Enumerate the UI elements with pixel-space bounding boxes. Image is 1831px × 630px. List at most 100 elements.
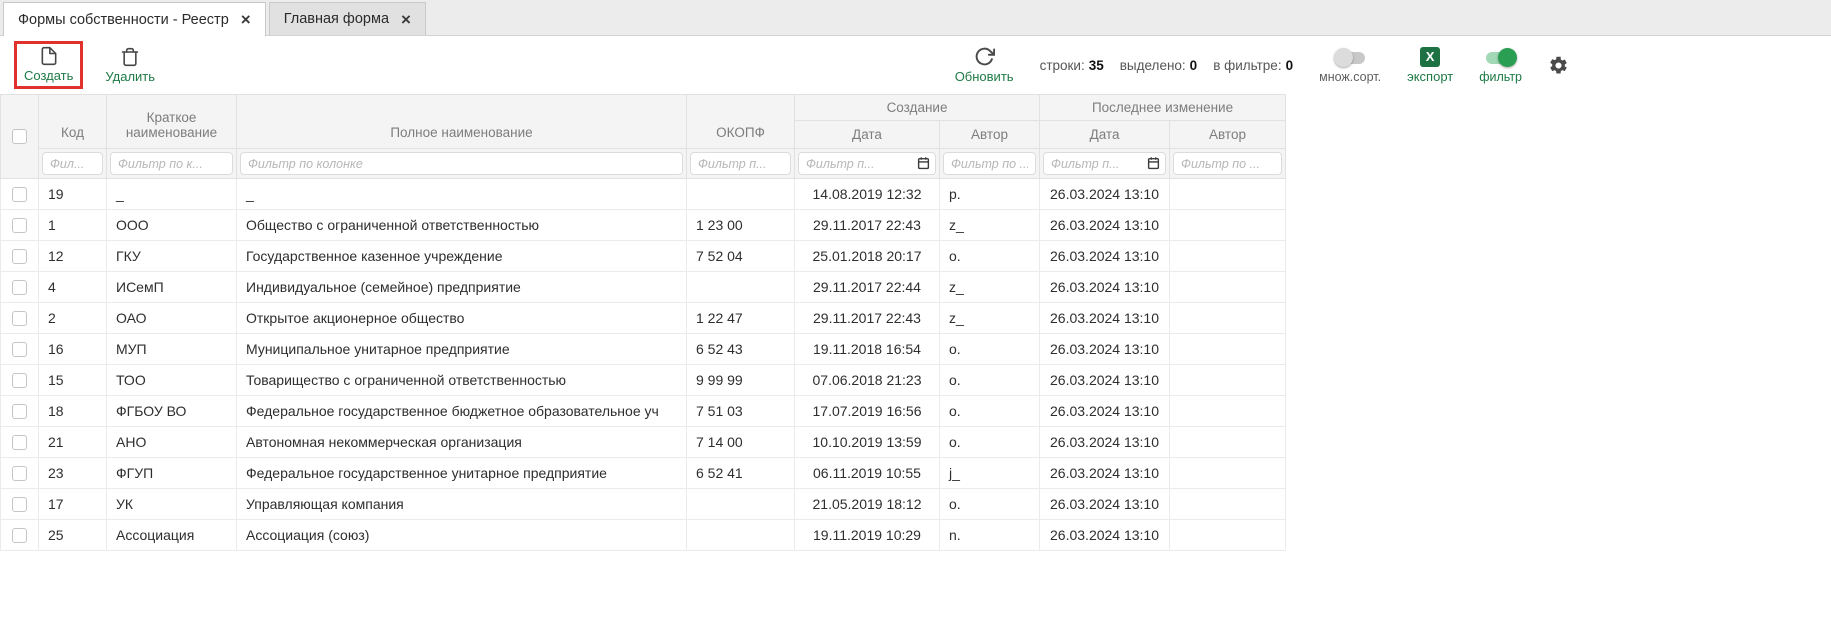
cell-short-name: ТОО <box>107 365 237 396</box>
create-button[interactable]: Создать <box>24 46 73 83</box>
filter-input-code[interactable] <box>42 152 103 175</box>
filter-input-modified-author[interactable] <box>1173 152 1282 175</box>
row-checkbox[interactable] <box>12 280 27 295</box>
cell-modified-author <box>1170 179 1286 210</box>
filter-input-created-author[interactable] <box>943 152 1036 175</box>
filter-input-short-name[interactable] <box>110 152 233 175</box>
cell-full-name: _ <box>237 179 687 210</box>
table-row[interactable]: 4 ИСемП Индивидуальное (семейное) предпр… <box>1 272 1286 303</box>
row-checkbox-cell[interactable] <box>1 303 39 334</box>
multisort-label: множ.сорт. <box>1319 70 1381 84</box>
row-checkbox[interactable] <box>12 528 27 543</box>
table-row[interactable]: 2 ОАО Открытое акционерное общество 1 22… <box>1 303 1286 334</box>
cell-modified-author <box>1170 272 1286 303</box>
row-checkbox[interactable] <box>12 435 27 450</box>
stat-selected-value: 0 <box>1190 58 1198 73</box>
export-button[interactable]: X экспорт <box>1407 47 1453 84</box>
row-checkbox[interactable] <box>12 466 27 481</box>
close-icon[interactable]: × <box>241 11 251 28</box>
settings-button[interactable] <box>1548 55 1569 76</box>
cell-okopf: 1 22 47 <box>687 303 795 334</box>
filter-input-okopf[interactable] <box>690 152 791 175</box>
column-header-modified-author[interactable]: Автор <box>1170 121 1286 149</box>
cell-modified-date: 26.03.2024 13:10 <box>1040 334 1170 365</box>
row-checkbox[interactable] <box>12 373 27 388</box>
row-checkbox-cell[interactable] <box>1 489 39 520</box>
tab-forms-registry[interactable]: Формы собственности - Реестр × <box>3 2 266 36</box>
column-header-okopf[interactable]: ОКОПФ <box>687 95 795 149</box>
select-all-checkbox[interactable] <box>12 129 27 144</box>
row-checkbox[interactable] <box>12 342 27 357</box>
column-header-created-author[interactable]: Автор <box>940 121 1040 149</box>
column-header-code[interactable]: Код <box>39 95 107 149</box>
row-checkbox[interactable] <box>12 311 27 326</box>
table-row[interactable]: 25 Ассоциация Ассоциация (союз) 19.11.20… <box>1 520 1286 551</box>
close-icon[interactable]: × <box>401 11 411 28</box>
calendar-icon[interactable] <box>1147 157 1160 170</box>
tab-label: Формы собственности - Реестр <box>18 12 229 28</box>
cell-created-date: 21.05.2019 18:12 <box>795 489 940 520</box>
cell-modified-date: 26.03.2024 13:10 <box>1040 489 1170 520</box>
filter-input-full-name[interactable] <box>240 152 683 175</box>
row-checkbox[interactable] <box>12 218 27 233</box>
cell-modified-author <box>1170 303 1286 334</box>
row-checkbox-cell[interactable] <box>1 241 39 272</box>
column-header-modified-date[interactable]: Дата <box>1040 121 1170 149</box>
row-checkbox-cell[interactable] <box>1 334 39 365</box>
filter-input-created-date[interactable] <box>798 152 936 175</box>
row-checkbox-cell[interactable] <box>1 427 39 458</box>
table-row[interactable]: 16 МУП Муниципальное унитарное предприят… <box>1 334 1286 365</box>
cell-created-author: o. <box>940 427 1040 458</box>
forms-registry-grid: Код Краткое наименование Полное наименов… <box>0 94 1286 551</box>
calendar-icon[interactable] <box>917 157 930 170</box>
row-checkbox[interactable] <box>12 187 27 202</box>
table-row[interactable]: 17 УК Управляющая компания 21.05.2019 18… <box>1 489 1286 520</box>
row-checkbox-cell[interactable] <box>1 396 39 427</box>
tab-label: Главная форма <box>284 11 389 27</box>
table-row[interactable]: 21 АНО Автономная некоммерческая организ… <box>1 427 1286 458</box>
tab-main-form[interactable]: Главная форма × <box>269 2 426 35</box>
select-all-cell[interactable] <box>1 95 39 179</box>
cell-modified-author <box>1170 489 1286 520</box>
gear-icon <box>1548 64 1569 79</box>
table-row[interactable]: 23 ФГУП Федеральное государственное унит… <box>1 458 1286 489</box>
column-header-short-name[interactable]: Краткое наименование <box>107 95 237 149</box>
cell-short-name: УК <box>107 489 237 520</box>
row-checkbox-cell[interactable] <box>1 458 39 489</box>
row-checkbox[interactable] <box>12 497 27 512</box>
table-row[interactable]: 18 ФГБОУ ВО Федеральное государственное … <box>1 396 1286 427</box>
cell-short-name: Ассоциация <box>107 520 237 551</box>
row-checkbox-cell[interactable] <box>1 179 39 210</box>
multisort-toggle[interactable]: множ.сорт. <box>1319 47 1381 84</box>
cell-okopf <box>687 489 795 520</box>
table-row[interactable]: 1 ООО Общество с ограниченной ответствен… <box>1 210 1286 241</box>
row-checkbox-cell[interactable] <box>1 520 39 551</box>
table-row[interactable]: 19 _ _ 14.08.2019 12:32 p. 26.03.2024 13… <box>1 179 1286 210</box>
cell-okopf: 7 14 00 <box>687 427 795 458</box>
stat-selected: выделено:0 <box>1120 58 1197 73</box>
row-checkbox-cell[interactable] <box>1 272 39 303</box>
row-checkbox[interactable] <box>12 404 27 419</box>
table-row[interactable]: 15 ТОО Товарищество с ограниченной ответ… <box>1 365 1286 396</box>
cell-code: 23 <box>39 458 107 489</box>
row-checkbox[interactable] <box>12 249 27 264</box>
toggle-on-track[interactable] <box>1486 52 1516 64</box>
row-checkbox-cell[interactable] <box>1 210 39 241</box>
cell-code: 21 <box>39 427 107 458</box>
refresh-button[interactable]: Обновить <box>955 46 1014 84</box>
column-header-full-name[interactable]: Полное наименование <box>237 95 687 149</box>
table-row[interactable]: 12 ГКУ Государственное казенное учрежден… <box>1 241 1286 272</box>
row-checkbox-cell[interactable] <box>1 365 39 396</box>
cell-modified-author <box>1170 334 1286 365</box>
delete-button[interactable]: Удалить <box>105 47 155 84</box>
group-header-last-modified: Последнее изменение <box>1040 95 1286 121</box>
cell-created-date: 10.10.2019 13:59 <box>795 427 940 458</box>
cell-modified-author <box>1170 396 1286 427</box>
toggle-knob <box>1498 48 1517 67</box>
cell-short-name: МУП <box>107 334 237 365</box>
column-header-created-date[interactable]: Дата <box>795 121 940 149</box>
filter-toggle[interactable]: фильтр <box>1479 47 1522 84</box>
filter-cell-okopf <box>687 149 795 179</box>
toggle-off-track[interactable] <box>1335 52 1365 64</box>
cell-okopf: 7 52 04 <box>687 241 795 272</box>
